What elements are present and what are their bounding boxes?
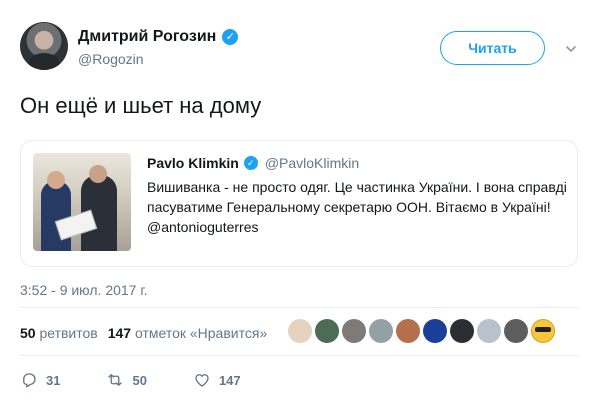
tweet-timestamp[interactable]: 3:52 - 9 июл. 2017 г.	[20, 282, 148, 298]
cartoon-avatar[interactable]	[288, 319, 312, 343]
retweets-stat[interactable]: 50 ретвитов	[20, 325, 98, 341]
like-action[interactable]: 147	[193, 371, 241, 389]
dark-avatar[interactable]	[450, 319, 474, 343]
photo-person-left	[41, 181, 71, 251]
photo-avatar[interactable]	[396, 319, 420, 343]
author-avatar[interactable]	[20, 22, 68, 70]
sunglasses-icon	[535, 327, 551, 332]
reply-icon	[23, 373, 36, 388]
quoted-author-row: Pavlo Klimkin ✓ @PavloKlimkin	[147, 155, 359, 171]
retweets-count: 50	[20, 325, 36, 341]
photo-head-left	[47, 171, 65, 189]
quoted-author-handle[interactable]: @PavloKlimkin	[265, 155, 359, 171]
retweets-label: ретвитов	[39, 325, 98, 341]
author-display-name[interactable]: Дмитрий Рогозин	[78, 28, 216, 46]
like-count: 147	[218, 372, 241, 388]
quoted-tweet-photo[interactable]	[33, 153, 131, 251]
likes-count: 147	[107, 325, 132, 341]
portrait-avatar[interactable]	[315, 319, 339, 343]
verified-check-icon: ✓	[222, 29, 239, 45]
chevron-down-icon[interactable]	[565, 42, 577, 54]
author-handle[interactable]: @Rogozin	[78, 51, 144, 67]
tweet-stats: 50 ретвитов 147 отметок «Нравится»	[20, 325, 267, 341]
default-avatar[interactable]	[477, 319, 501, 343]
likers-avatar-list	[288, 319, 555, 343]
reply-count: 31	[46, 372, 61, 388]
retweet-count: 50	[132, 372, 147, 388]
likes-stat[interactable]: 147 отметок «Нравится»	[108, 325, 268, 341]
quoted-author-name[interactable]: Pavlo Klimkin	[147, 155, 239, 171]
heart-icon	[195, 374, 209, 387]
follow-button[interactable]: Читать	[440, 31, 545, 65]
landscape-avatar[interactable]	[369, 319, 393, 343]
likes-label: отметок «Нравится»	[134, 325, 268, 341]
verified-check-icon: ✓	[243, 156, 258, 170]
quoted-tweet-card[interactable]: Pavlo Klimkin ✓ @PavloKlimkin Вишиванка …	[20, 140, 578, 267]
stats-bottom-divider	[20, 355, 578, 356]
reply-action[interactable]: 31	[20, 371, 60, 389]
stats-top-divider	[20, 307, 578, 308]
tweet-actions: 31 50 147	[20, 371, 241, 389]
tweet-header: Дмитрий Рогозин ✓ @Rogozin Читать	[0, 0, 590, 80]
photo-head-right	[89, 165, 107, 183]
tweet-text: Он ещё и шьет на дому	[20, 93, 262, 118]
retweet-action[interactable]: 50	[106, 371, 147, 389]
quoted-tweet-text: Вишиванка - не просто одяг. Це частинка …	[147, 179, 567, 235]
retweet-icon	[108, 374, 123, 386]
flag-avatar[interactable]	[423, 319, 447, 343]
animal-avatar[interactable]	[342, 319, 366, 343]
author-name-row[interactable]: Дмитрий Рогозин ✓	[78, 28, 239, 46]
sunglasses-emoji-avatar[interactable]	[531, 319, 555, 343]
mono-avatar[interactable]	[504, 319, 528, 343]
